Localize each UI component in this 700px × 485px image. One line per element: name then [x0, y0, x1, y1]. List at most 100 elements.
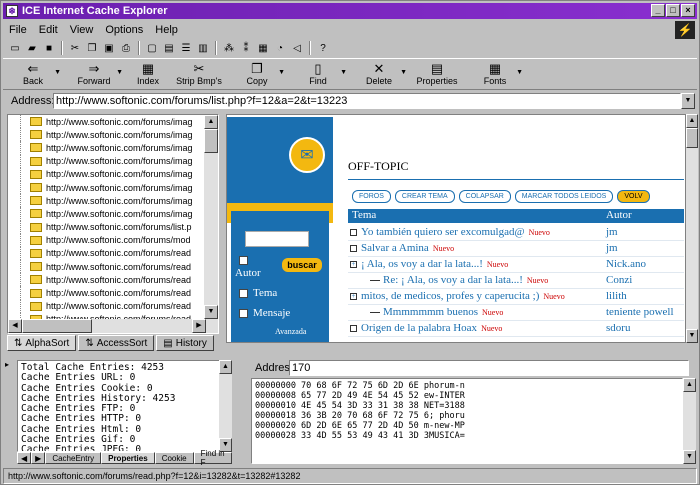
- tab-cacheentry[interactable]: CacheEntry: [45, 452, 102, 464]
- strip-bmps-button[interactable]: ✂ Strip Bmp's: [171, 59, 227, 89]
- scroll-down-icon[interactable]: ▼: [683, 450, 696, 464]
- tab-history[interactable]: ▤ History: [156, 335, 214, 351]
- tab-nav-right-icon[interactable]: ▶: [31, 452, 46, 464]
- scroll-thumb[interactable]: [686, 128, 698, 148]
- tree-item[interactable]: http://www.softonic.com/forums/imag: [8, 141, 218, 155]
- properties-button[interactable]: ▤ Properties: [409, 59, 465, 89]
- link-avanzada[interactable]: Avanzada: [275, 327, 306, 336]
- menu-edit[interactable]: Edit: [33, 24, 64, 36]
- tree-item[interactable]: http://www.softonic.com/forums/read: [8, 299, 218, 314]
- topic-title[interactable]: Salvar a Amina: [361, 242, 429, 254]
- topic-row[interactable]: + ¡ Ala, os voy a dar la lata...! Nuevo Nic…: [348, 257, 684, 273]
- tab-properties[interactable]: Properties: [101, 452, 155, 464]
- tree-item[interactable]: http://www.softonic.com/forums/read: [8, 286, 218, 300]
- topic-author[interactable]: Conzi: [606, 274, 632, 286]
- menu-file[interactable]: File: [3, 24, 33, 36]
- find-button[interactable]: ▯ Find ▼: [287, 59, 349, 89]
- tree-item[interactable]: http://www.softonic.com/forums/read: [8, 260, 218, 274]
- minimize-button[interactable]: _: [651, 4, 665, 17]
- topic-row[interactable]: Origen de la palabra Hoax Nuevo sdoru: [348, 321, 684, 337]
- hex-address-input[interactable]: 170: [289, 360, 689, 376]
- forum-search-input[interactable]: [245, 231, 309, 247]
- topic-title[interactable]: Origen de la palabra Hoax: [361, 322, 477, 334]
- hex-viewer[interactable]: 00000000 70 68 6F 72 75 6D 2D 6E phorum-…: [251, 378, 683, 464]
- topic-author[interactable]: sdoru: [606, 322, 630, 334]
- copy-icon[interactable]: ❐: [84, 41, 100, 56]
- scroll-up-icon[interactable]: ▲: [683, 378, 696, 392]
- tree-item[interactable]: http://www.softonic.com/forums/imag: [8, 115, 218, 129]
- expand-icon[interactable]: +: [350, 260, 357, 268]
- table-icon[interactable]: ▦: [255, 41, 271, 56]
- chevron-down-icon[interactable]: ▼: [681, 93, 695, 109]
- help-icon[interactable]: ?: [315, 41, 331, 56]
- scroll-up-icon[interactable]: ▲: [686, 114, 698, 128]
- view-details-icon[interactable]: ▥: [195, 41, 211, 56]
- tab-accesssort[interactable]: ⇅ AccessSort: [78, 335, 155, 351]
- tree-hscrollbar[interactable]: ◀ ▶: [8, 319, 206, 333]
- topic-row[interactable]: Re: ¡ Ala, os voy a dar la lata...! Nuevo…: [348, 273, 684, 289]
- tree-item[interactable]: http://www.softonic.com/forums/read: [8, 246, 218, 261]
- view-list-icon[interactable]: ☰: [178, 41, 194, 56]
- maximize-button[interactable]: □: [666, 4, 680, 17]
- tree-item[interactable]: http://www.softonic.com/forums/list.p: [8, 220, 218, 234]
- scroll-down-icon[interactable]: ▼: [686, 329, 698, 343]
- title-bar[interactable]: ❄ ICE Internet Cache Explorer _ □ ×: [3, 3, 697, 19]
- chevron-down-icon[interactable]: ▼: [400, 69, 407, 76]
- menu-view[interactable]: View: [64, 24, 100, 36]
- new-icon[interactable]: ▭: [7, 41, 23, 56]
- links-icon[interactable]: ⁂: [221, 41, 237, 56]
- tree-item[interactable]: http://www.softonic.com/forums/imag: [8, 128, 218, 142]
- menu-options[interactable]: Options: [99, 24, 149, 36]
- buscar-button[interactable]: buscar: [282, 258, 322, 272]
- checkbox-tema[interactable]: [239, 289, 248, 298]
- tree-item[interactable]: http://www.softonic.com/forums/mod: [8, 233, 218, 248]
- topic-author[interactable]: jm: [606, 242, 618, 254]
- checkbox-mensaje[interactable]: [239, 309, 248, 318]
- back-button[interactable]: ⇐ Back ▼: [3, 59, 63, 89]
- close-button[interactable]: ×: [681, 4, 695, 17]
- cut-icon[interactable]: ✂: [67, 41, 83, 56]
- menu-help[interactable]: Help: [149, 24, 184, 36]
- scroll-right-icon[interactable]: ▶: [192, 319, 206, 333]
- scroll-up-icon[interactable]: ▲: [219, 360, 232, 374]
- topic-author[interactable]: lilith: [606, 290, 627, 302]
- sound-icon[interactable]: ◁: [289, 41, 305, 56]
- expand-icon[interactable]: +: [350, 292, 357, 300]
- open-folder-icon[interactable]: ▰: [24, 41, 40, 56]
- chevron-down-icon[interactable]: ▼: [516, 69, 523, 76]
- scroll-up-icon[interactable]: ▲: [204, 115, 218, 129]
- fonts-button[interactable]: ▦ Fonts ▼: [465, 59, 525, 89]
- forward-button[interactable]: ⇒ Forward ▼: [63, 59, 125, 89]
- tab-cookie[interactable]: Cookie: [154, 452, 194, 464]
- images-icon[interactable]: ⁑: [238, 41, 254, 56]
- chevron-down-icon[interactable]: ▼: [54, 69, 61, 76]
- tree-item[interactable]: http://www.softonic.com/forums/imag: [8, 154, 218, 168]
- tab-nav-left-icon[interactable]: ◀: [17, 452, 32, 464]
- topic-title[interactable]: Yo también quiero ser excomulgad@: [361, 226, 525, 238]
- colapsar-button[interactable]: COLAPSAR: [458, 190, 511, 203]
- topic-author[interactable]: teniente powell: [606, 306, 674, 318]
- print-icon[interactable]: ⎙: [118, 41, 134, 56]
- tree-item[interactable]: http://www.softonic.com/forums/imag: [8, 207, 218, 221]
- stats-scrollbar[interactable]: ▲ ▼: [219, 360, 232, 452]
- volver-button[interactable]: VOLV: [617, 190, 650, 203]
- tab-find-in[interactable]: Find in F: [193, 449, 232, 467]
- save-icon[interactable]: ■: [41, 41, 57, 56]
- topic-title[interactable]: Mmmmmmm buenos: [383, 306, 478, 318]
- topic-row[interactable]: Yo también quiero ser excomulgad@ Nuevo jm: [348, 225, 684, 241]
- refresh-icon[interactable]: ◔: [272, 41, 288, 56]
- topic-row[interactable]: Mmmmmmm buenos Nuevo teniente powell: [348, 305, 684, 321]
- topic-author[interactable]: Nick.ano: [606, 258, 646, 270]
- scroll-down-icon[interactable]: ▼: [204, 305, 218, 319]
- tree-scrollbar[interactable]: ▲ ▼: [204, 115, 218, 333]
- tree-item[interactable]: http://www.softonic.com/forums/read: [8, 273, 218, 287]
- chevron-down-icon[interactable]: ▼: [116, 69, 123, 76]
- view-small-icon[interactable]: ▤: [161, 41, 177, 56]
- tree-item[interactable]: http://www.softonic.com/forums/imag: [8, 180, 218, 195]
- topic-row[interactable]: + mitos, de medicos, profes y caperucita …: [348, 289, 684, 305]
- copy-button[interactable]: ❐ Copy ▼: [227, 59, 287, 89]
- delete-button[interactable]: ✕ Delete ▼: [349, 59, 409, 89]
- topic-title[interactable]: Re: ¡ Ala, os voy a dar la lata...!: [383, 274, 523, 286]
- marcar-leidos-button[interactable]: MARCAR TODOS LEIDOS: [514, 190, 614, 203]
- topic-author[interactable]: jm: [606, 226, 618, 238]
